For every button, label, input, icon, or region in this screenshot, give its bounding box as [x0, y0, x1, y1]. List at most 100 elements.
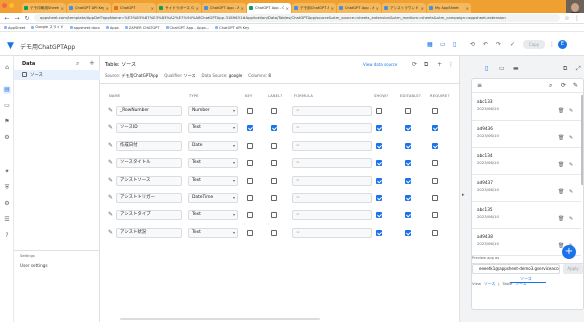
editable-checkbox[interactable] — [405, 195, 411, 201]
key-checkbox[interactable] — [247, 108, 253, 114]
key-checkbox[interactable] — [247, 177, 253, 184]
help-icon[interactable]: ? — [3, 232, 11, 240]
redo-icon[interactable]: ↷ — [496, 41, 501, 48]
extensions-icon[interactable]: ⋮ — [574, 15, 580, 22]
show-checkbox[interactable] — [376, 229, 382, 236]
key-checkbox[interactable] — [247, 142, 253, 149]
desktop-preview-icon[interactable]: ▬ — [513, 65, 519, 72]
browser-tab[interactable]: ChatGPT × — [112, 3, 156, 13]
manage-icon[interactable]: ☰ — [3, 216, 11, 224]
edit-pencil-icon[interactable]: ✎ — [108, 211, 113, 218]
close-tab-icon[interactable]: × — [421, 6, 424, 11]
close-tab-icon[interactable]: × — [196, 6, 199, 11]
key-checkbox[interactable] — [247, 195, 253, 201]
close-tab-icon[interactable]: × — [376, 6, 379, 11]
intelligence-icon[interactable]: ✦ — [3, 168, 11, 176]
star-icon[interactable]: ☆ — [564, 15, 570, 22]
column-type-select[interactable]: Number ▾ — [188, 106, 238, 116]
open-icon[interactable]: ⧉ — [424, 61, 428, 69]
label-checkbox[interactable] — [271, 177, 277, 184]
fullscreen-icon[interactable]: ⤢ — [576, 65, 581, 73]
editable-checkbox[interactable] — [405, 160, 411, 167]
security-icon[interactable]: ⛨ — [3, 184, 11, 192]
label-checkbox[interactable] — [271, 229, 277, 236]
data-list-item[interactable]: ソース — [14, 70, 100, 80]
bookmark[interactable]: Apps — [105, 26, 119, 30]
show-checkbox[interactable] — [376, 125, 382, 132]
require-checkbox[interactable] — [432, 195, 438, 201]
history-icon[interactable]: ⟲ — [470, 41, 475, 48]
require-checkbox[interactable] — [432, 212, 438, 219]
edit-pencil-icon[interactable]: ✎ — [108, 142, 113, 149]
edit-icon[interactable]: ✎ — [569, 216, 573, 222]
edit-icon[interactable]: ✎ — [569, 135, 573, 141]
device-icon[interactable]: ▭ — [440, 41, 446, 48]
edit-pencil-icon[interactable]: ✎ — [108, 177, 113, 184]
require-checkbox[interactable] — [432, 142, 438, 149]
browser-tab[interactable]: サイドラボース Google Dr...× — [157, 3, 201, 13]
column-name-field[interactable]: アシスト状況 — [116, 227, 182, 238]
show-checkbox[interactable] — [376, 142, 382, 149]
bookmark[interactable]: ChatGPT App - Apps... — [165, 26, 209, 30]
sync-icon[interactable]: ⟳ — [561, 82, 566, 89]
column-type-select[interactable]: Text ▾ — [188, 123, 238, 134]
require-checkbox[interactable] — [432, 177, 438, 184]
browser-tab[interactable]: ChatGPT App - AppSheet× — [202, 3, 246, 13]
formula-field[interactable]: = — [292, 210, 372, 221]
edit-icon[interactable]: ✎ — [569, 108, 573, 114]
editable-checkbox[interactable] — [405, 125, 411, 132]
column-type-select[interactable]: Text ▾ — [188, 227, 238, 238]
column-name-field[interactable]: アシストソース — [116, 175, 182, 186]
formula-field[interactable]: = — [292, 175, 372, 186]
bookmark[interactable]: AppSheet — [4, 26, 25, 30]
editable-checkbox[interactable] — [405, 177, 411, 184]
require-checkbox[interactable] — [432, 160, 438, 167]
trash-icon[interactable]: 🗑 — [558, 108, 564, 114]
column-name-field[interactable]: _RowNumber — [116, 106, 182, 116]
trash-icon[interactable]: 🗑 — [558, 162, 564, 168]
collapse-preview-icon[interactable]: ▸ — [462, 192, 465, 198]
edit-icon[interactable]: ✎ — [573, 82, 578, 89]
regenerate-icon[interactable]: ⟳ — [412, 61, 417, 68]
key-checkbox[interactable] — [247, 125, 253, 132]
horizontal-scrollbar[interactable] — [120, 318, 320, 320]
bookmark[interactable]: ChatGPT API Key — [215, 26, 249, 30]
add-fab-button[interactable]: + — [562, 245, 576, 259]
column-name-field[interactable]: 作成日付 — [116, 140, 182, 151]
list-item[interactable]: ad9437 2023/06/10 🗑 ✎ — [472, 176, 581, 202]
tablet-preview-icon[interactable]: ▭ — [499, 65, 505, 72]
edit-pencil-icon[interactable]: ✎ — [108, 107, 113, 114]
edit-pencil-icon[interactable]: ✎ — [108, 229, 113, 236]
add-icon[interactable]: + — [437, 61, 442, 68]
automation-icon[interactable]: ⚙ — [3, 134, 11, 142]
add-icon[interactable]: + — [89, 59, 95, 67]
edit-pencil-icon[interactable]: ✎ — [108, 159, 113, 166]
column-name-field[interactable]: アシストトリガー — [116, 193, 182, 203]
more-vert-icon[interactable]: ⋮ — [549, 41, 555, 48]
column-type-select[interactable]: Text ▾ — [188, 158, 238, 169]
column-type-select[interactable]: DateTime ▾ — [188, 193, 238, 203]
apply-button[interactable]: Apply — [563, 264, 583, 274]
column-name-field[interactable]: アシストタイプ — [116, 210, 182, 221]
forward-icon[interactable]: → — [14, 15, 20, 22]
close-tab-icon[interactable]: × — [151, 6, 154, 11]
edit-pencil-icon[interactable]: ✎ — [108, 194, 113, 201]
show-checkbox[interactable] — [376, 212, 382, 219]
label-checkbox[interactable] — [271, 160, 277, 167]
trash-icon[interactable]: 🗑 — [558, 189, 564, 195]
formula-field[interactable]: = — [292, 193, 372, 203]
tablet-icon[interactable]: ▯ — [453, 41, 456, 48]
home-icon[interactable]: ⌂ — [3, 64, 11, 72]
view-data-source-link[interactable]: View data source — [363, 62, 397, 67]
edit-icon[interactable]: ✎ — [569, 189, 573, 195]
close-tab-icon[interactable]: × — [61, 6, 64, 11]
user-settings-item[interactable]: User settings — [20, 263, 48, 268]
show-checkbox[interactable] — [376, 108, 382, 114]
avatar[interactable]: E — [558, 40, 567, 49]
crumb-view-link[interactable]: ソース — [484, 281, 495, 287]
require-checkbox[interactable] — [432, 125, 438, 132]
column-name-field[interactable]: ソースID — [116, 123, 182, 134]
label-checkbox[interactable] — [271, 125, 277, 132]
browser-tab[interactable]: My AppSheet × — [427, 3, 471, 13]
label-checkbox[interactable] — [271, 195, 277, 201]
